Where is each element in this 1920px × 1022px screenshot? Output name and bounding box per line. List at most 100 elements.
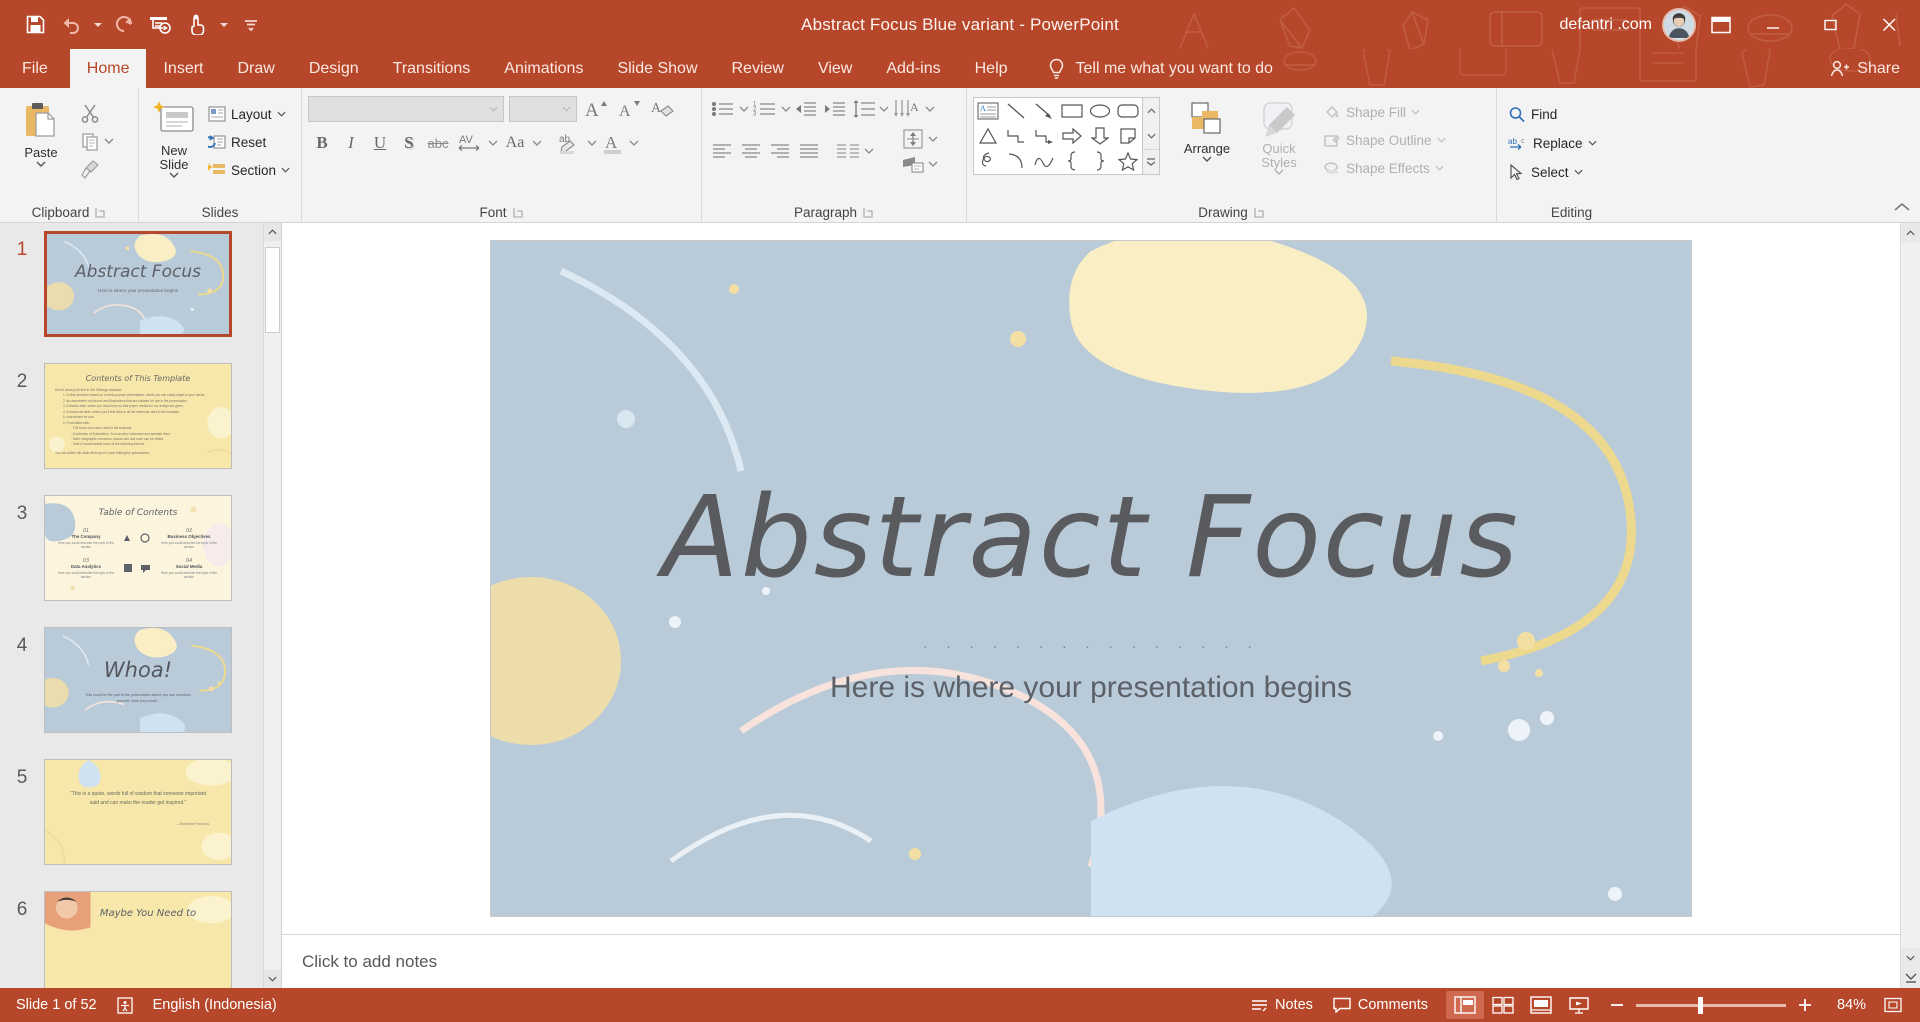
panel-scroll-thumb[interactable] bbox=[265, 247, 280, 333]
slide-thumbnail-5[interactable]: 5 “This is a quote, words full of wisdom… bbox=[0, 759, 281, 865]
ribbon-display-options-icon[interactable] bbox=[1700, 7, 1742, 43]
normal-view-button[interactable] bbox=[1446, 991, 1484, 1019]
current-slide[interactable]: Abstract Focus · · · · · · · · · · · · ·… bbox=[491, 241, 1691, 916]
numbering-icon[interactable]: 123 bbox=[750, 95, 780, 123]
layout-button[interactable]: Layout bbox=[203, 101, 295, 127]
tell-me-search[interactable]: Tell me what you want to do bbox=[1047, 49, 1273, 88]
change-case-button[interactable]: Aa bbox=[499, 129, 531, 157]
bullets-icon[interactable] bbox=[708, 95, 738, 123]
tab-draw[interactable]: Draw bbox=[220, 49, 291, 88]
touch-mode-dropdown-icon[interactable] bbox=[216, 8, 232, 42]
close-button[interactable] bbox=[1862, 0, 1916, 49]
slide-scroll-track[interactable] bbox=[1901, 243, 1920, 948]
slide-thumbnail-6[interactable]: 6 Maybe You Need to bbox=[0, 891, 281, 988]
slide-thumbnail-image-2[interactable]: Contents of This Template Here's what yo… bbox=[44, 363, 232, 469]
change-case-dropdown-icon[interactable] bbox=[532, 140, 542, 146]
redo-icon[interactable] bbox=[108, 8, 142, 42]
panel-scroll-down-icon[interactable] bbox=[264, 970, 281, 988]
tab-animations[interactable]: Animations bbox=[487, 49, 600, 88]
increase-font-size-icon[interactable]: A bbox=[582, 95, 610, 123]
bullets-dropdown-icon[interactable] bbox=[739, 106, 749, 112]
accessibility-checker-button[interactable] bbox=[107, 991, 143, 1019]
clipboard-dialog-launcher[interactable] bbox=[95, 207, 106, 218]
numbering-dropdown-icon[interactable] bbox=[781, 106, 791, 112]
shape-right-brace-icon[interactable] bbox=[1086, 149, 1114, 174]
decrease-font-size-icon[interactable]: A bbox=[615, 95, 643, 123]
shape-effects-button[interactable]: Shape Effects bbox=[1318, 155, 1451, 181]
shapes-gallery-scrollbar[interactable] bbox=[1143, 97, 1160, 175]
shape-rounded-rectangle-icon[interactable] bbox=[1114, 98, 1142, 123]
avatar[interactable] bbox=[1662, 7, 1696, 42]
shape-line-icon[interactable] bbox=[1002, 98, 1030, 123]
panel-scroll-up-icon[interactable] bbox=[264, 223, 281, 241]
smartart-dropdown-icon[interactable] bbox=[928, 161, 938, 167]
columns-icon[interactable] bbox=[833, 137, 863, 165]
shape-outline-button[interactable]: Shape Outline bbox=[1318, 127, 1451, 153]
tab-file[interactable]: File bbox=[0, 49, 70, 88]
tab-home[interactable]: Home bbox=[69, 49, 147, 88]
select-button[interactable]: Select bbox=[1503, 159, 1602, 185]
clear-formatting-icon[interactable]: A bbox=[648, 95, 676, 123]
shape-text-box-icon[interactable]: A bbox=[974, 98, 1002, 123]
character-spacing-dropdown-icon[interactable] bbox=[488, 140, 498, 146]
shape-folded-corner-icon[interactable] bbox=[1114, 123, 1142, 148]
slide-thumbnail-image-5[interactable]: “This is a quote, words full of wisdom t… bbox=[44, 759, 232, 865]
slide-title-text[interactable]: Abstract Focus bbox=[491, 473, 1691, 603]
shape-elbow-connector-icon[interactable] bbox=[1002, 123, 1030, 148]
shape-right-arrow-icon[interactable] bbox=[1058, 123, 1086, 148]
notes-pane[interactable]: Click to add notes bbox=[282, 934, 1900, 988]
shape-oval-icon[interactable] bbox=[1086, 98, 1114, 123]
slide-scroll-down-icon[interactable] bbox=[1901, 948, 1920, 968]
slide-scroll-up-icon[interactable] bbox=[1901, 223, 1920, 243]
tab-transitions[interactable]: Transitions bbox=[376, 49, 488, 88]
font-name-input[interactable] bbox=[308, 96, 504, 122]
columns-dropdown-icon[interactable] bbox=[864, 148, 874, 154]
justify-icon[interactable] bbox=[795, 137, 823, 165]
find-button[interactable]: Find bbox=[1503, 101, 1602, 127]
comments-button[interactable]: Comments bbox=[1323, 991, 1438, 1019]
align-right-icon[interactable] bbox=[766, 137, 794, 165]
slide-subtitle-text[interactable]: Here is where your presentation begins bbox=[491, 671, 1691, 705]
zoom-in-button[interactable] bbox=[1798, 998, 1812, 1012]
zoom-slider-handle[interactable] bbox=[1698, 996, 1703, 1014]
line-spacing-dropdown-icon[interactable] bbox=[879, 106, 889, 112]
tab-review[interactable]: Review bbox=[715, 49, 801, 88]
slide-thumbnail-3[interactable]: 3 Table of Contents 01 The Company Here … bbox=[0, 495, 281, 601]
collapse-ribbon-icon[interactable] bbox=[1892, 197, 1912, 217]
tab-help[interactable]: Help bbox=[958, 49, 1025, 88]
share-button[interactable]: Share bbox=[1810, 49, 1920, 88]
section-button[interactable]: Section bbox=[203, 157, 295, 183]
slide-thumbnail-1[interactable]: 1 Abstract Focus Here is where your pres… bbox=[0, 231, 281, 337]
panel-scroll-track[interactable] bbox=[264, 241, 281, 970]
touch-mode-icon[interactable] bbox=[180, 8, 214, 42]
slide-thumbnail-image-6[interactable]: Maybe You Need to bbox=[44, 891, 232, 988]
undo-dropdown-icon[interactable] bbox=[90, 8, 106, 42]
customize-qat-icon[interactable] bbox=[234, 8, 268, 42]
slide-thumbnail-4[interactable]: 4 Whoa! This could be the part of the pr… bbox=[0, 627, 281, 733]
text-direction-dropdown-icon[interactable] bbox=[925, 106, 935, 112]
account-name[interactable]: defantri .com bbox=[1560, 16, 1652, 34]
shape-arc-icon[interactable] bbox=[1002, 149, 1030, 174]
character-spacing-button[interactable]: AV bbox=[453, 129, 487, 157]
strikethrough-button[interactable]: abc bbox=[424, 129, 452, 157]
slide-counter[interactable]: Slide 1 of 52 bbox=[6, 991, 107, 1019]
convert-to-smartart-icon[interactable] bbox=[898, 153, 928, 175]
line-spacing-icon[interactable] bbox=[850, 95, 878, 123]
italic-button[interactable]: I bbox=[337, 129, 365, 157]
shape-down-arrow-icon[interactable] bbox=[1086, 123, 1114, 148]
slide-thumbnail-image-1[interactable]: Abstract Focus Here is where your presen… bbox=[44, 231, 232, 337]
tab-insert[interactable]: Insert bbox=[146, 49, 220, 88]
reading-view-button[interactable] bbox=[1522, 991, 1560, 1019]
cut-icon[interactable] bbox=[76, 99, 104, 127]
shape-rectangle-icon[interactable] bbox=[1058, 98, 1086, 123]
paragraph-dialog-launcher[interactable] bbox=[863, 207, 874, 218]
zoom-out-button[interactable] bbox=[1610, 998, 1624, 1012]
font-color-icon[interactable]: A bbox=[598, 129, 628, 157]
maximize-button[interactable] bbox=[1804, 0, 1858, 49]
zoom-level-label[interactable]: 84% bbox=[1824, 997, 1866, 1013]
shape-left-brace-icon[interactable] bbox=[1058, 149, 1086, 174]
slide-panel-scrollbar[interactable] bbox=[263, 223, 281, 988]
tab-add-ins[interactable]: Add-ins bbox=[869, 49, 957, 88]
shape-elbow-arrow-connector-icon[interactable] bbox=[1030, 123, 1058, 148]
zoom-slider[interactable] bbox=[1636, 996, 1786, 1014]
